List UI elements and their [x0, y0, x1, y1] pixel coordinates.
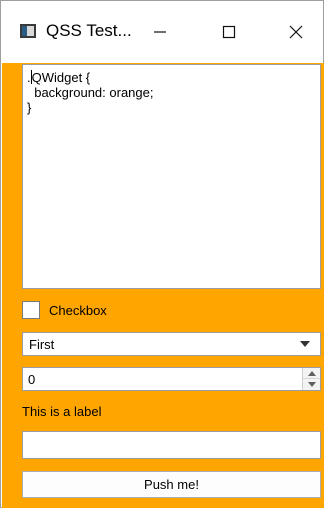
maximize-icon	[222, 25, 236, 39]
title-bar[interactable]: QSS Test...	[1, 1, 323, 63]
minimize-icon	[154, 31, 166, 33]
spin-up-button[interactable]	[303, 368, 320, 379]
chevron-down-icon[interactable]	[300, 341, 310, 347]
spin-down-button[interactable]	[303, 379, 320, 390]
editor-line-3: }	[27, 100, 32, 115]
combo-selected-value: First	[29, 337, 55, 352]
editor-line-1-rest: QWidget {	[31, 70, 91, 85]
spin-box-value[interactable]: 0	[28, 372, 35, 387]
arrow-up-icon	[307, 370, 316, 376]
main-content: .QWidget { background: orange; } Checkbo…	[2, 63, 324, 508]
checkbox[interactable]: Checkbox	[22, 299, 107, 321]
line-edit[interactable]	[22, 431, 321, 459]
app-window: QSS Test... .QWidget { background: orang…	[0, 0, 324, 508]
editor-line-2: background: orange;	[27, 85, 154, 100]
minimize-button[interactable]	[137, 13, 183, 51]
maximize-button[interactable]	[206, 13, 252, 51]
combo-box[interactable]: First	[22, 332, 321, 356]
window-title: QSS Test...	[46, 21, 132, 40]
push-button[interactable]: Push me!	[22, 471, 321, 498]
close-button[interactable]	[273, 13, 319, 51]
checkbox-label[interactable]: Checkbox	[49, 303, 107, 318]
spin-box[interactable]: 0	[22, 367, 321, 391]
spin-buttons	[302, 368, 320, 390]
checkbox-box[interactable]	[22, 301, 40, 319]
qss-text-editor[interactable]: .QWidget { background: orange; }	[22, 64, 321, 289]
app-window-icon	[20, 24, 36, 38]
static-label: This is a label	[22, 404, 102, 419]
close-icon	[289, 25, 303, 39]
arrow-down-icon	[307, 382, 316, 387]
